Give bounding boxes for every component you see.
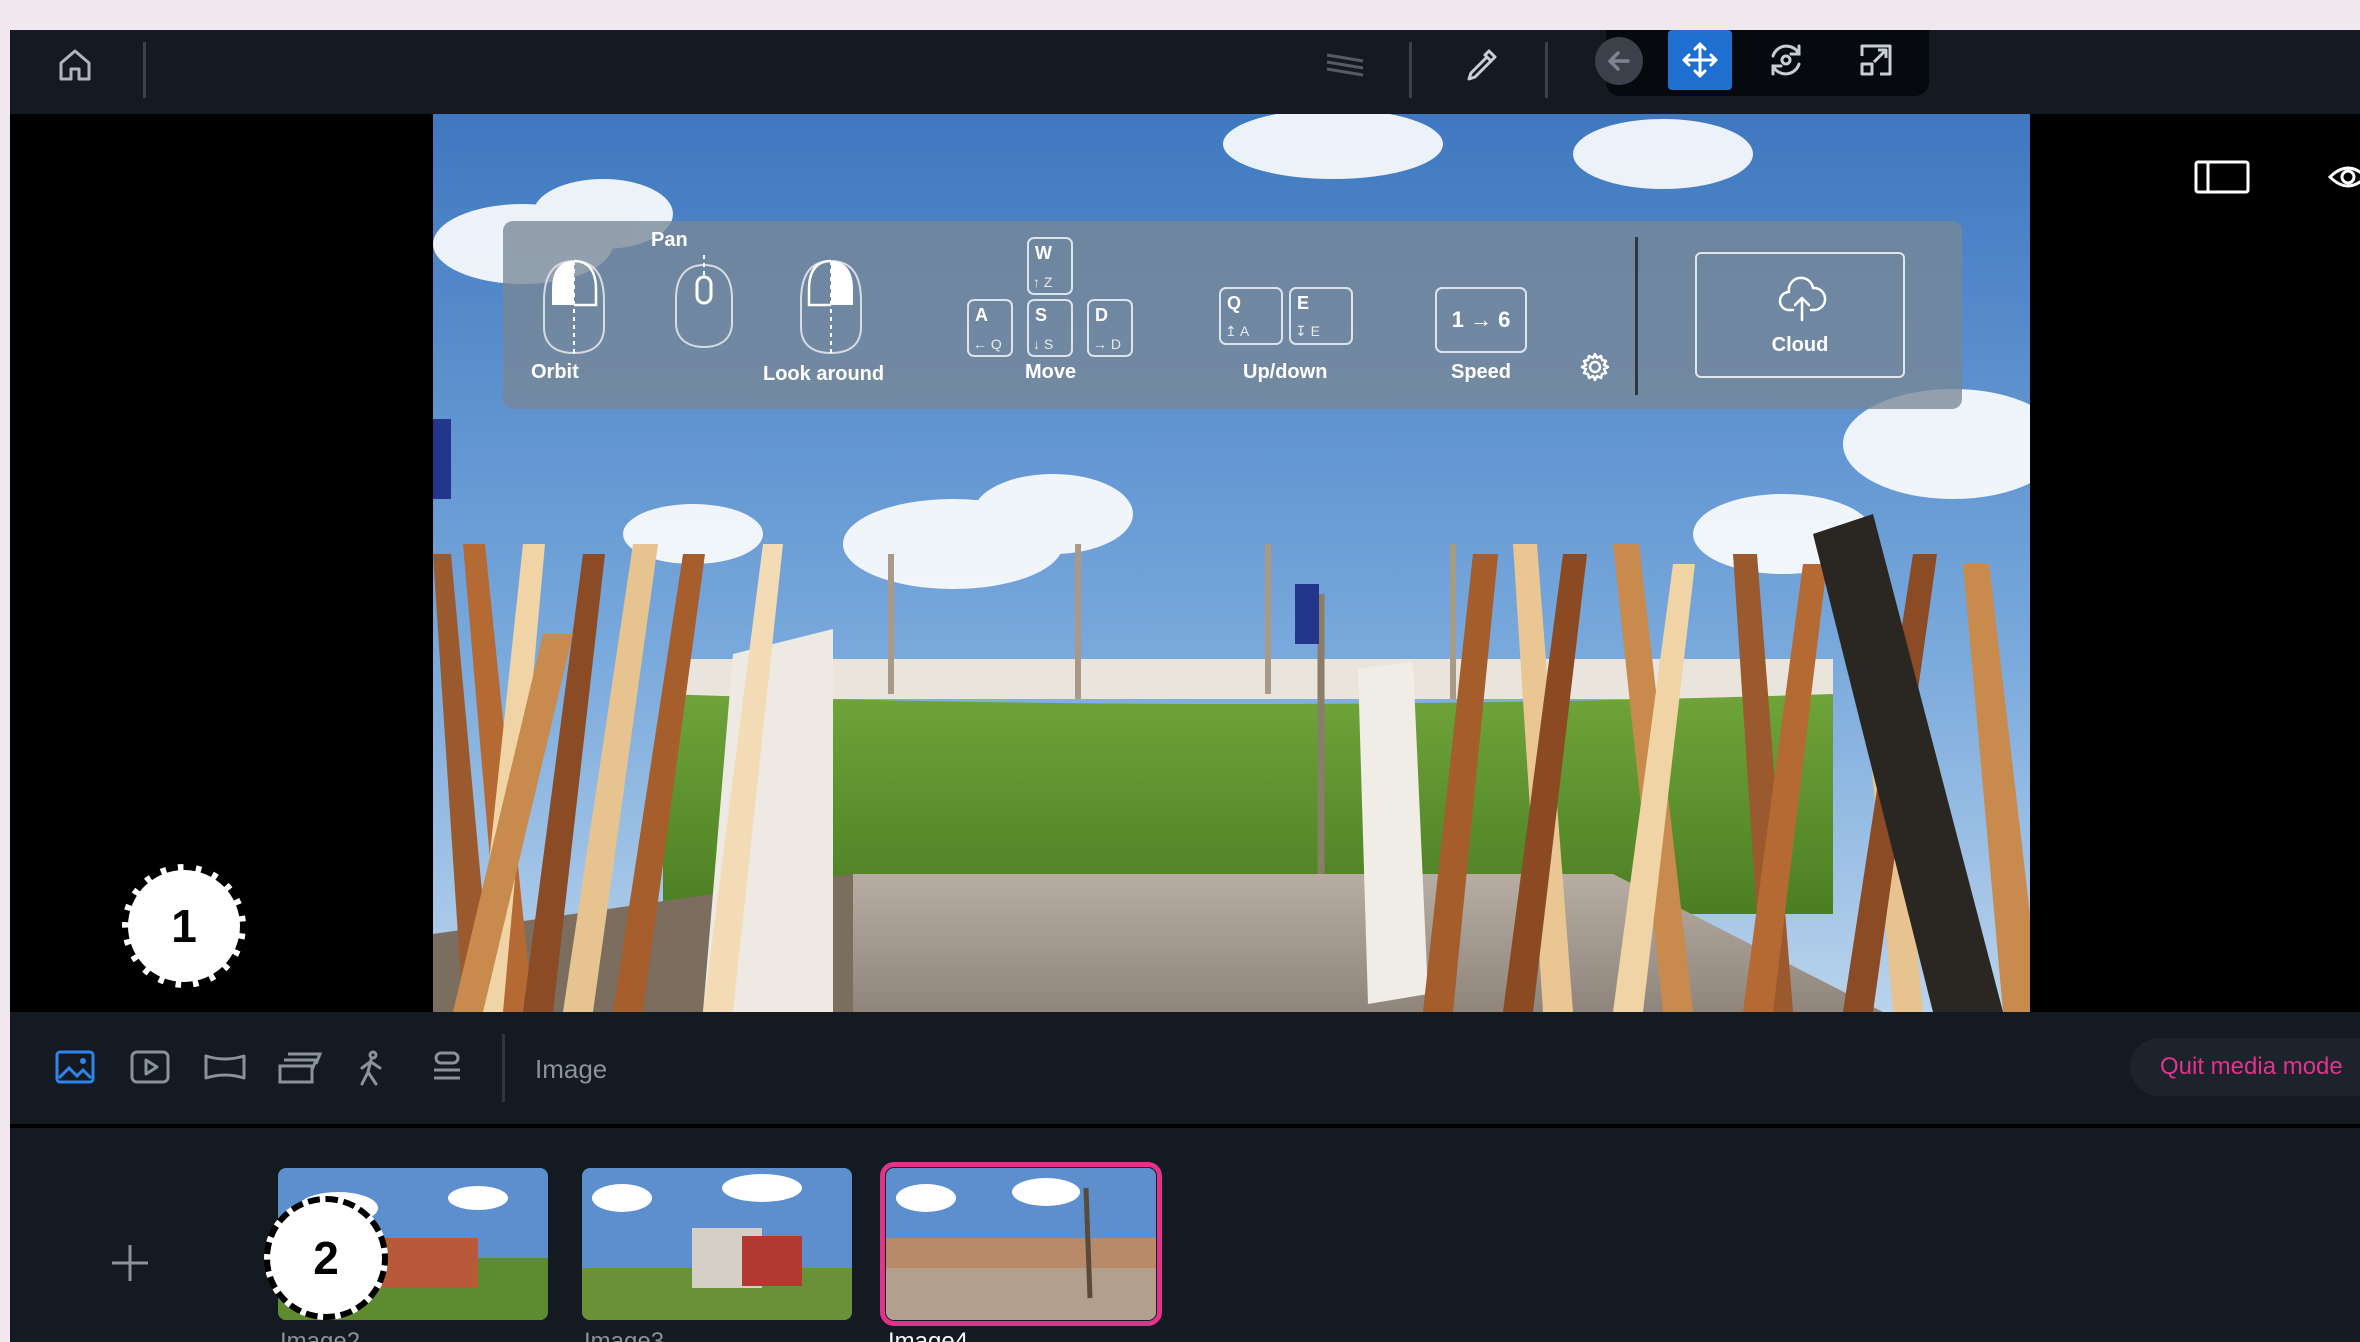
app-window: Orbit Pan Look around W ↑ Z A ← Q S ↓ S D → … [10,30,2360,1342]
transform-tool-group [1595,30,1929,96]
video-icon [130,1050,170,1084]
look-around-label: Look around [763,363,885,385]
step-marker-1: 1 [122,864,246,988]
home-button[interactable] [50,40,100,90]
stack-icon [278,1052,323,1084]
panel-toggle-button[interactable] [2190,152,2254,202]
panorama-icon [204,1054,246,1080]
thumbnail-preview [582,1168,852,1320]
mouse-left-icon [543,259,605,355]
gear-icon [1580,352,1610,382]
rotate-tool-button[interactable] [1758,34,1814,86]
key-e: E ↧ E [1289,287,1353,345]
updown-label: Up/down [1243,361,1328,383]
panel-toggle-icon [2194,160,2250,194]
thumbnail-image4[interactable] [880,1162,1162,1326]
key-d: D → D [1087,299,1133,357]
thumbnail-label: Image3 [584,1328,665,1342]
mouse-middle-icon [675,255,733,349]
move-tool-button[interactable] [1668,30,1732,90]
orbit-label: Orbit [531,361,579,383]
media-tab-video[interactable] [130,1050,170,1089]
image-icon [55,1050,95,1084]
media-tab-image[interactable] [55,1050,95,1089]
eyedropper-icon [1467,49,1497,81]
thumbnail-strip: Image2 Image3 Image4 2 [10,1128,2360,1342]
scale-icon [1860,44,1892,76]
toolbar-divider [1409,42,1412,98]
panel-divider [1635,237,1638,395]
3d-viewport[interactable]: Orbit Pan Look around W ↑ Z A ← Q S ↓ S D → … [433,114,2030,1012]
cloud-button[interactable]: Cloud [1695,252,1905,378]
back-button[interactable] [1594,36,1644,86]
toolbar-divider [143,42,146,98]
media-toolbar-divider [502,1034,505,1102]
pan-label: Pan [651,229,688,251]
visibility-button[interactable] [2328,152,2360,202]
cloud-label: Cloud [1771,334,1829,356]
quit-media-mode-button[interactable]: Quit media mode [2130,1038,2360,1096]
key-q: Q ↥ A [1219,287,1283,345]
media-mode-label: Image [535,1054,608,1084]
key-w: W ↑ Z [1027,237,1073,295]
eye-icon [2328,166,2360,188]
toolbar-divider [1545,42,1548,98]
home-icon [59,49,91,81]
thumbnail-image3[interactable] [582,1168,852,1320]
media-toolbar: Image Quit media mode [10,1012,2360,1124]
key-s: S ↓ S [1027,299,1073,357]
move-icon [1682,42,1718,78]
thumbnail-label: Image4 [888,1328,969,1342]
scale-tool-button[interactable] [1848,34,1904,86]
media-tab-walk[interactable] [356,1050,386,1091]
settings-button[interactable] [1575,347,1615,387]
arrow-left-icon [1595,37,1643,85]
mouse-right-icon [800,259,862,355]
step-marker-2: 2 [264,1196,388,1320]
rotate-icon [1771,44,1801,76]
speed-value: 1 → 6 [1451,307,1511,332]
media-tab-stack[interactable] [278,1050,323,1089]
speed-key: 1 → 6 [1435,287,1527,353]
walk-icon [360,1050,382,1086]
media-tab-panorama[interactable] [204,1050,246,1089]
layers-button[interactable] [1315,40,1375,90]
thumbnail-preview [886,1168,1156,1320]
top-toolbar [10,30,2360,114]
media-tab-list[interactable] [430,1050,464,1089]
cloud-upload-icon [1778,276,1827,322]
plus-icon [112,1245,148,1281]
move-label: Move [1025,361,1077,383]
speed-label: Speed [1451,361,1512,383]
navigation-help-panel: Orbit Pan Look around W ↑ Z A ← Q S ↓ S D → … [503,221,1962,409]
list-icon [434,1051,460,1080]
layers-icon [1326,53,1364,77]
thumbnail-label: Image2 [280,1328,361,1342]
add-image-button[interactable] [95,1228,165,1298]
eyedropper-button[interactable] [1456,40,1506,90]
key-a: A ← Q [967,299,1013,357]
